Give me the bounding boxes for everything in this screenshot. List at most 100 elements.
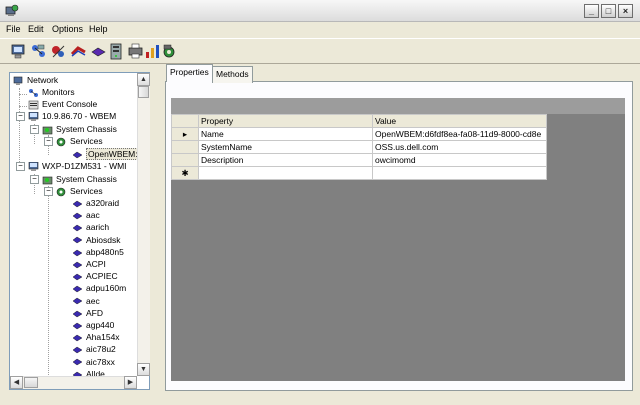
close-button[interactable]: × [618,4,633,18]
tree-item-label: aac [86,210,100,221]
settings-gear-icon[interactable] [160,42,179,61]
horizontal-scroll-thumb[interactable] [24,377,38,388]
services-icon [56,137,67,147]
tree-item-host-wbem[interactable]: 10.9.86.70 - WBEM [28,110,116,122]
toolbar [0,38,640,64]
grid-caption-bar [171,98,625,114]
service-icon [72,309,83,319]
tree-item-service[interactable]: aec [72,295,100,307]
table-row[interactable]: Description owcimomd [171,153,547,167]
table-row[interactable]: ▸ Name OpenWBEM:d6fdf8ea-fa08-11d9-8000-… [171,127,547,141]
services-icon [56,187,67,197]
menu-help[interactable]: Help [89,24,108,34]
tree-item-label: aec [86,295,100,306]
tree-item-label: agp440 [86,320,115,330]
menu-edit[interactable]: Edit [28,24,44,34]
tree-item-system-chassis[interactable]: System Chassis [42,173,117,185]
tree-item-label: Services [70,186,103,196]
column-header-value[interactable]: Value [372,114,547,128]
menu-file[interactable]: File [6,24,21,34]
tree-item-service[interactable]: ACPI [72,258,106,270]
alert-icon[interactable] [49,42,68,61]
tree-item-service[interactable]: agp440 [72,319,114,331]
tree-item-openwbem[interactable]: OpenWBEM: [72,148,140,160]
cell-value[interactable] [372,166,547,180]
service-icon [72,150,83,160]
tree-vertical-scrollbar[interactable] [137,73,150,376]
tree-item-service[interactable]: adpu160m [72,282,126,294]
tree-item-service[interactable]: aic78u2 [72,343,116,355]
cell-property[interactable]: Name [198,127,373,141]
chassis-icon [42,125,53,135]
maximize-button[interactable]: □ [601,4,616,18]
cell-value[interactable]: owcimomd [372,153,547,167]
tree-item-service[interactable]: Abiosdsk [72,234,121,246]
link-icon[interactable] [69,42,88,61]
tree-item-host-wmi[interactable]: WXP-D1ZM531 - WMI [28,160,127,172]
tree-item-label: 10.9.86.70 - WBEM [42,111,117,121]
tree-item-label: Event Console [42,99,98,109]
service-icon [72,296,83,306]
scroll-down-arrow[interactable]: ▼ [137,363,150,376]
cell-property[interactable]: SystemName [198,140,373,154]
tree-item-service[interactable]: ACPIEC [72,270,118,282]
tree-item-service[interactable]: a320raid [72,197,119,209]
cell-value[interactable]: OpenWBEM:d6fdf8ea-fa08-11d9-8000-cd8e [372,127,547,141]
tree-item-label: WXP-D1ZM531 - WMI [42,161,127,171]
tree-item-network[interactable]: Network [13,74,58,86]
tree-item-service[interactable]: AFD [72,307,103,319]
scroll-up-arrow[interactable]: ▲ [137,73,150,86]
table-row[interactable]: SystemName OSS.us.dell.com [171,140,547,154]
table-row-new[interactable]: ✱ [171,166,547,180]
scroll-thumb[interactable] [138,86,149,98]
service-icon [72,321,83,331]
cell-property[interactable]: Description [198,153,373,167]
tree-item-label: OpenWBEM: [86,148,140,160]
properties-table: Property Value ▸ Name OpenWBEM:d6fdf8ea-… [171,114,547,180]
tree-item-service[interactable]: aac [72,209,100,221]
tree-item-service[interactable]: aarich [72,221,109,233]
monitor-network-icon[interactable] [29,42,48,61]
server-icon[interactable] [107,42,126,61]
tree-item-label: aic78xx [86,356,115,367]
cell-value[interactable]: OSS.us.dell.com [372,140,547,154]
scroll-right-arrow[interactable]: ▶ [124,376,137,389]
tree-item-event-console[interactable]: Event Console [28,98,97,110]
tree-item-label: Abiosdsk [86,234,121,245]
connect-icon[interactable] [89,42,108,61]
tab-methods[interactable]: Methods [212,66,253,83]
tree-item-system-chassis[interactable]: System Chassis [42,123,117,135]
tree-item-label: Aha154x [86,332,120,343]
tree-item-label: Services [70,136,103,146]
service-icon [72,199,83,209]
minimize-button[interactable]: _ [584,4,599,18]
tree-item-service[interactable]: aic78xx [72,356,115,368]
collapse-toggle[interactable]: − [30,125,39,134]
tree-item-label: Network [27,75,59,85]
collapse-toggle[interactable]: − [16,162,25,171]
collapse-toggle[interactable]: − [44,187,53,196]
tree-item-services[interactable]: Services [56,135,103,147]
tree-item-label: adpu160m [86,283,127,294]
column-header-property[interactable]: Property [198,114,373,128]
collapse-toggle[interactable]: − [16,112,25,121]
tree-item-monitors[interactable]: Monitors [28,86,75,98]
collapse-toggle[interactable]: − [44,137,53,146]
tab-properties[interactable]: Properties [166,64,213,82]
tree-item-service[interactable]: Aha154x [72,331,120,343]
menu-options[interactable]: Options [52,24,83,34]
collapse-toggle[interactable]: − [30,175,39,184]
app-icon [5,4,19,17]
tree-item-service[interactable]: abp480n5 [72,246,124,258]
tree-item-label: System Chassis [56,124,117,134]
tree-item-label: a320raid [86,198,120,208]
service-icon [72,260,83,270]
tree-item-services[interactable]: Services [56,185,103,197]
computer-icon[interactable] [9,42,28,61]
service-icon [72,272,83,282]
scroll-left-arrow[interactable]: ◀ [10,376,23,389]
network-icon [13,76,24,86]
tree-item-label: AFD [86,307,103,318]
cell-property[interactable] [198,166,373,180]
event-console-icon [28,100,39,110]
